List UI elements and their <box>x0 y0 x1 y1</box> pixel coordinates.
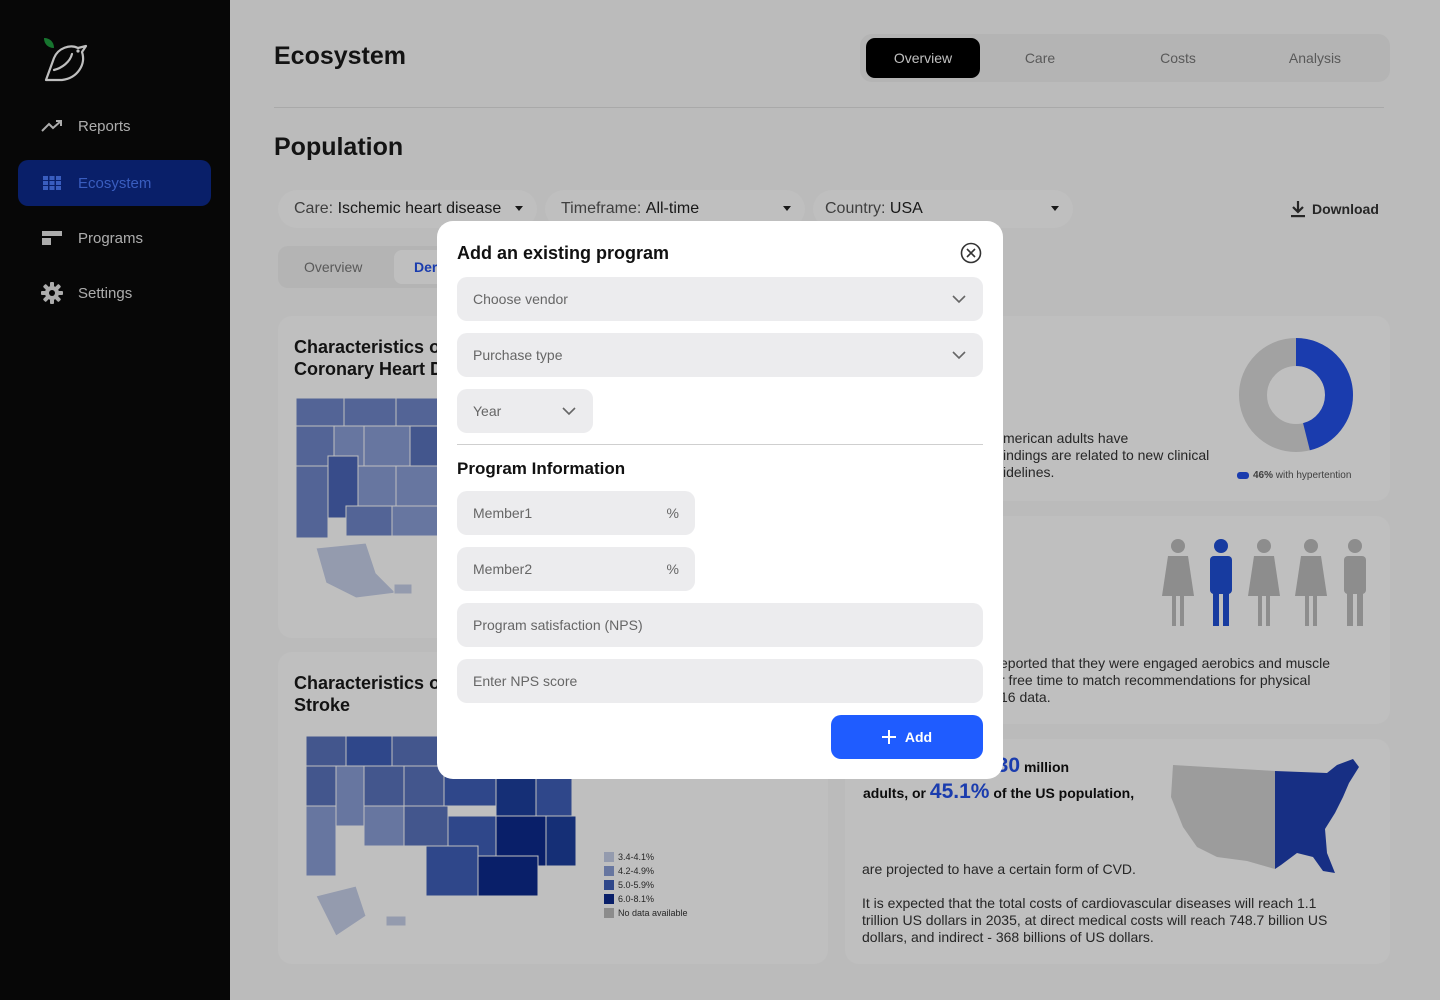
nps-input[interactable] <box>457 603 983 647</box>
select-placeholder: Choose vendor <box>473 291 568 307</box>
modal-title: Add an existing program <box>457 243 670 263</box>
member2-input[interactable]: % <box>457 547 695 591</box>
select-placeholder: Year <box>473 403 502 419</box>
add-button[interactable]: Add <box>831 715 983 759</box>
plus-icon <box>881 730 896 744</box>
modal-divider <box>457 444 983 445</box>
add-program-modal: Add an existing program Choose vendor Pu… <box>437 221 1003 779</box>
chevron-down-icon <box>952 351 966 360</box>
percent-suffix: % <box>666 505 679 521</box>
nps-score-input[interactable] <box>457 659 983 703</box>
add-button-label: Add <box>904 729 933 745</box>
close-icon[interactable] <box>959 241 983 265</box>
member1-input[interactable]: % <box>457 491 695 535</box>
nps-score-field[interactable] <box>473 659 983 703</box>
percent-suffix: % <box>666 561 679 577</box>
select-placeholder: Purchase type <box>473 347 563 363</box>
vendor-select[interactable]: Choose vendor <box>457 277 983 321</box>
chevron-down-icon <box>952 295 966 304</box>
member1-field[interactable] <box>473 491 695 535</box>
purchase-type-select[interactable]: Purchase type <box>457 333 983 377</box>
nps-field[interactable] <box>473 603 983 647</box>
year-select[interactable]: Year <box>457 389 593 433</box>
section-subtitle: Program Information <box>457 459 626 478</box>
member2-field[interactable] <box>473 547 695 591</box>
chevron-down-icon <box>562 407 576 416</box>
